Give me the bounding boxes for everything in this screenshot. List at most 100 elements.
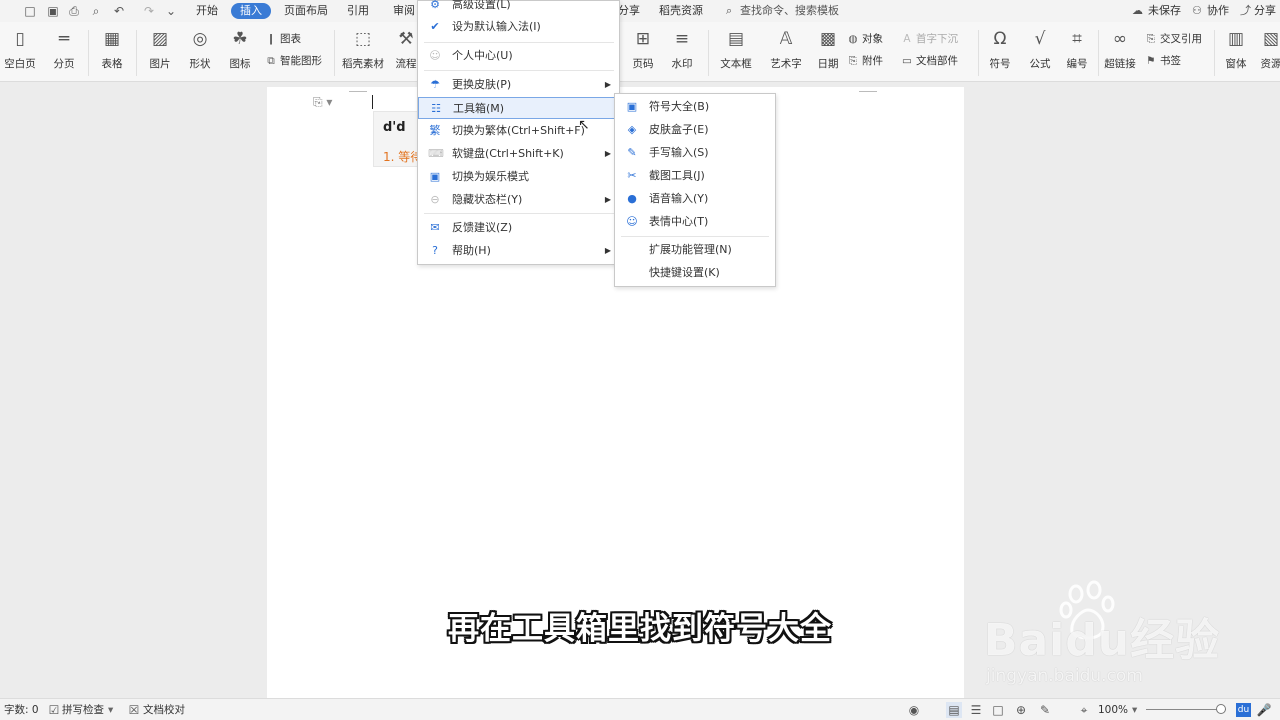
date-button[interactable]: ▩ 日期 xyxy=(812,28,844,71)
doc-parts-button[interactable]: ▭ 文档部件 xyxy=(900,53,958,69)
smart-shape-button[interactable]: ⧉ 智能图形 xyxy=(264,53,322,69)
numbering-button[interactable]: ⌗ 编号 xyxy=(1062,28,1092,71)
menu-item-help[interactable]: ? 帮助(H) ▶ xyxy=(418,240,619,262)
eye-protection-icon[interactable]: ◉ xyxy=(906,702,922,718)
web-view-icon[interactable]: ⊕ xyxy=(1013,702,1029,718)
formula-button[interactable]: √ 公式 xyxy=(1022,28,1058,71)
object-button[interactable]: ◍ 对象 xyxy=(846,31,883,47)
menu-item-hide-statusbar[interactable]: ⊖ 隐藏状态栏(Y) ▶ xyxy=(418,189,619,211)
spell-check-dropdown-icon[interactable]: ▾ xyxy=(108,702,113,718)
tab-review[interactable]: 审阅 xyxy=(389,3,419,19)
submenu-item-handwriting[interactable]: ✎ 手写输入(S) xyxy=(615,142,775,164)
collab-icon: ⚇ xyxy=(1192,4,1202,17)
word-count[interactable]: 字数: 0 xyxy=(4,702,39,718)
zoom-level[interactable]: 100% xyxy=(1098,702,1128,718)
print-icon[interactable]: ⎙ xyxy=(66,3,82,19)
doc-proof-button[interactable]: 文档校对 xyxy=(143,702,185,718)
template-icon[interactable]: ▣ xyxy=(45,3,61,19)
blank-page-button[interactable]: ▯ 空白页 xyxy=(0,28,42,71)
page-number-button[interactable]: ⊞ 页码 xyxy=(626,28,660,71)
submenu-item-symbols[interactable]: ▣ 符号大全(B) xyxy=(615,96,775,118)
du-badge[interactable]: du xyxy=(1236,703,1251,717)
window-form-button[interactable]: ▥ 窗体 xyxy=(1218,28,1254,71)
window-form-label: 窗体 xyxy=(1225,58,1247,70)
zoom-slider-handle[interactable] xyxy=(1216,704,1226,714)
mouse-pointer-icon: ↖ xyxy=(578,117,590,133)
search-icon[interactable]: ⌕ xyxy=(726,3,732,19)
bookmark-button[interactable]: ⚑ 书签 xyxy=(1144,53,1181,69)
dropcap-button[interactable]: A 首字下沉 xyxy=(900,31,958,47)
tab-page-layout[interactable]: 页面布局 xyxy=(280,3,332,19)
textbox-button[interactable]: ▤ 文本框 xyxy=(714,28,758,71)
zoom-slider[interactable] xyxy=(1146,709,1226,710)
blank-page-label: 空白页 xyxy=(4,58,36,70)
reading-view-icon[interactable]: □ xyxy=(990,702,1006,718)
menu-item-set-default[interactable]: ✔ 设为默认输入法(I) xyxy=(418,16,619,38)
submenu-item-extensions[interactable]: 扩展功能管理(N) xyxy=(615,239,775,261)
watermark-icon: ≡ xyxy=(674,29,690,49)
outline-view-icon[interactable]: ☰ xyxy=(968,702,984,718)
bookmark-label: 书签 xyxy=(1160,55,1181,67)
menu-item-label: 帮助(H) xyxy=(452,244,491,257)
chart-icon: ❙ xyxy=(266,33,276,45)
menu-item-entertainment-mode[interactable]: ▣ 切换为娱乐模式 xyxy=(418,166,619,188)
submenu-item-skin-box[interactable]: ◈ 皮肤盒子(E) xyxy=(615,119,775,141)
submenu-item-emoji-center[interactable]: ☺ 表情中心(T) xyxy=(615,211,775,233)
undo-icon[interactable]: ↶ xyxy=(111,3,127,19)
print-preview-icon[interactable]: ⌕ xyxy=(88,3,104,19)
tab-home[interactable]: 开始 xyxy=(192,3,222,19)
shape-button[interactable]: ◎ 形状 xyxy=(182,28,218,71)
menu-item-user-center[interactable]: ☺ 个人中心(U) xyxy=(418,45,619,67)
formula-label: 公式 xyxy=(1029,58,1051,70)
menu-item-feedback[interactable]: ✉ 反馈建议(Z) xyxy=(418,217,619,239)
ribbon-divider xyxy=(88,30,89,76)
wordart-button[interactable]: 𝔸 艺术字 xyxy=(764,28,808,71)
page-view-icon[interactable]: ▤ xyxy=(946,702,962,718)
symbol-button[interactable]: Ω 符号 xyxy=(982,28,1018,71)
submenu-arrow-icon: ▶ xyxy=(604,80,611,89)
fit-page-icon[interactable]: ⌖ xyxy=(1076,702,1092,718)
material-button[interactable]: ⬚ 稻壳素材 xyxy=(340,28,386,71)
icon-library-button[interactable]: ☘ 图标 xyxy=(222,28,258,71)
hyperlink-button[interactable]: ∞ 超链接 xyxy=(1102,28,1138,71)
writing-mode-icon[interactable]: ✎ xyxy=(1037,702,1053,718)
submenu-item-screenshot[interactable]: ✂ 截图工具(J) xyxy=(615,165,775,187)
save-icon[interactable]: □ xyxy=(22,3,38,19)
page-break-button[interactable]: ═ 分页 xyxy=(46,28,82,71)
picture-label: 图片 xyxy=(149,58,171,70)
search-command-input[interactable]: 查找命令、搜索模板 xyxy=(740,3,839,19)
menu-item-toolbox[interactable]: ☷ 工具箱(M) xyxy=(418,97,619,119)
menu-item-soft-keyboard[interactable]: ⌨ 软键盘(Ctrl+Shift+K) ▶ xyxy=(418,143,619,165)
tab-insert[interactable]: 插入 xyxy=(231,3,271,19)
resource-button[interactable]: ▧ 资源 xyxy=(1256,28,1280,71)
attachment-button[interactable]: ⎘ 附件 xyxy=(846,53,883,69)
resource-label: 资源 xyxy=(1260,58,1280,70)
collab-button[interactable]: 协作 xyxy=(1207,3,1229,19)
menu-item-advanced-settings[interactable]: ⚙ 高级设置(L) xyxy=(418,0,619,16)
unsaved-status[interactable]: 未保存 xyxy=(1148,3,1181,19)
share-button[interactable]: 分享 xyxy=(1254,3,1276,19)
submenu-item-label: 截图工具(J) xyxy=(649,169,705,182)
traditional-icon: 繁 xyxy=(429,124,441,137)
table-button[interactable]: ▦ 表格 xyxy=(94,28,130,71)
picture-button[interactable]: ▨ 图片 xyxy=(142,28,178,71)
mic-icon[interactable]: 🎤 xyxy=(1256,702,1272,718)
paragraph-icon[interactable]: ⎘ ▾ xyxy=(313,95,332,110)
tab-references[interactable]: 引用 xyxy=(343,3,373,19)
menu-item-change-skin[interactable]: ☂ 更换皮肤(P) ▶ xyxy=(418,74,619,96)
chart-button[interactable]: ❙ 图表 xyxy=(264,31,301,47)
zoom-dropdown-icon[interactable]: ▾ xyxy=(1132,702,1137,718)
flow-button[interactable]: ⚒ 流程 xyxy=(392,28,420,71)
ribbon-divider xyxy=(1098,30,1099,76)
watermark-button[interactable]: ≡ 水印 xyxy=(664,28,700,71)
submenu-item-label: 符号大全(B) xyxy=(649,100,710,113)
submenu-item-shortcuts[interactable]: 快捷键设置(K) xyxy=(615,262,775,284)
spell-check-button[interactable]: 拼写检查 xyxy=(62,702,104,718)
redo-icon[interactable]: ↷ xyxy=(141,3,157,19)
crossref-button[interactable]: ⎘ 交叉引用 xyxy=(1144,31,1202,47)
help-icon: ? xyxy=(432,244,438,257)
submenu-item-voice-input[interactable]: ● 语音输入(Y) xyxy=(615,188,775,210)
dropdown-arrow-icon[interactable]: ⌄ xyxy=(163,3,179,19)
shape-icon: ◎ xyxy=(192,29,208,49)
tab-docer-resources[interactable]: 稻壳资源 xyxy=(655,3,707,19)
